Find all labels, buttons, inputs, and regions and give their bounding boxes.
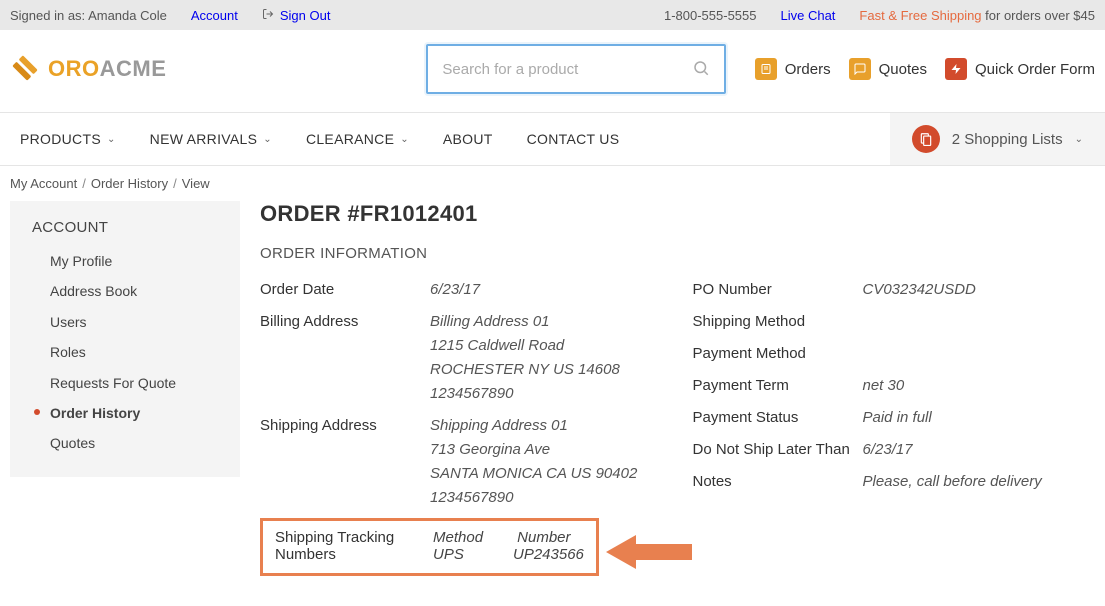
dnsl-value: 6/23/17 bbox=[863, 438, 913, 462]
sidebar-item-requests-for-quote[interactable]: Requests For Quote bbox=[10, 368, 240, 398]
live-chat-link[interactable]: Live Chat bbox=[781, 8, 836, 23]
order-date-label: Order Date bbox=[260, 278, 430, 302]
chevron-down-icon: ⌄ bbox=[107, 134, 116, 145]
annotation-arrow-icon bbox=[606, 531, 692, 576]
shipping-promo: Fast & Free Shipping for orders over $45 bbox=[859, 8, 1095, 23]
chevron-down-icon: ⌄ bbox=[400, 134, 409, 145]
tracking-row-number: UP243566 bbox=[513, 546, 584, 563]
account-sidebar: ACCOUNT My ProfileAddress BookUsersRoles… bbox=[10, 201, 240, 477]
nav-item-clearance[interactable]: CLEARANCE⌄ bbox=[306, 113, 409, 165]
breadcrumb-part[interactable]: Order History bbox=[91, 176, 168, 191]
section-title: ORDER INFORMATION bbox=[260, 245, 1095, 262]
sidebar-item-address-book[interactable]: Address Book bbox=[10, 276, 240, 306]
shipping-address-value: Shipping Address 01 713 Georgina Ave SAN… bbox=[430, 414, 637, 510]
payment-term-label: Payment Term bbox=[693, 374, 863, 398]
nav-item-about[interactable]: ABOUT bbox=[443, 113, 493, 165]
sign-out-link[interactable]: Sign Out bbox=[262, 8, 331, 23]
breadcrumb-part[interactable]: My Account bbox=[10, 176, 77, 191]
signed-in-as: Signed in as: Amanda Cole bbox=[10, 8, 167, 23]
sidebar-item-users[interactable]: Users bbox=[10, 307, 240, 337]
po-number-value: CV032342USDD bbox=[863, 278, 976, 302]
sidebar-title: ACCOUNT bbox=[10, 215, 240, 246]
tracking-head-number: Number bbox=[517, 529, 570, 546]
main-nav: PRODUCTS⌄ NEW ARRIVALS⌄ CLEARANCE⌄ ABOUT CON… bbox=[0, 113, 1105, 166]
tracking-label: Shipping Tracking Numbers bbox=[275, 529, 433, 563]
sign-out-icon bbox=[262, 8, 274, 23]
sidebar-item-order-history[interactable]: Order History bbox=[10, 398, 240, 428]
breadcrumb-part: View bbox=[182, 176, 210, 191]
account-link[interactable]: Account bbox=[191, 8, 238, 23]
shopping-lists-icon bbox=[912, 125, 940, 153]
tracking-row-method: UPS bbox=[433, 546, 513, 563]
nav-item-products[interactable]: PRODUCTS⌄ bbox=[20, 113, 116, 165]
billing-address-value: Billing Address 01 1215 Caldwell Road RO… bbox=[430, 310, 620, 406]
order-date-value: 6/23/17 bbox=[430, 278, 480, 302]
shipping-method-label: Shipping Method bbox=[693, 310, 863, 334]
top-utility-bar: Signed in as: Amanda Cole Account Sign O… bbox=[0, 0, 1105, 30]
logo-icon bbox=[10, 53, 40, 86]
sidebar-item-roles[interactable]: Roles bbox=[10, 337, 240, 367]
sidebar-item-my-profile[interactable]: My Profile bbox=[10, 246, 240, 276]
payment-term-value: net 30 bbox=[863, 374, 905, 398]
dnsl-label: Do Not Ship Later Than bbox=[693, 438, 863, 462]
tracking-highlight-box: Shipping Tracking Numbers Method Number … bbox=[260, 518, 599, 576]
sidebar-item-quotes[interactable]: Quotes bbox=[10, 428, 240, 458]
main-header: OROACME Orders Quotes Quick Ord bbox=[0, 30, 1105, 113]
quotes-link[interactable]: Quotes bbox=[849, 58, 927, 80]
tracking-table: Method Number UPSUP243566 bbox=[433, 529, 584, 563]
orders-icon bbox=[755, 58, 777, 80]
quotes-icon bbox=[849, 58, 871, 80]
chevron-down-icon: ⌄ bbox=[263, 134, 272, 145]
nav-item-new-arrivals[interactable]: NEW ARRIVALS⌄ bbox=[150, 113, 272, 165]
billing-address-label: Billing Address bbox=[260, 310, 430, 406]
shipping-address-label: Shipping Address bbox=[260, 414, 430, 510]
quick-order-link[interactable]: Quick Order Form bbox=[945, 58, 1095, 80]
phone-number: 1-800-555-5555 bbox=[664, 8, 757, 23]
quick-order-icon bbox=[945, 58, 967, 80]
payment-method-label: Payment Method bbox=[693, 342, 863, 366]
notes-value: Please, call before delivery bbox=[863, 470, 1042, 494]
chevron-down-icon: ⌄ bbox=[1075, 134, 1083, 145]
orders-link[interactable]: Orders bbox=[755, 58, 831, 80]
breadcrumb: My Account/Order History/View bbox=[0, 166, 1105, 201]
po-number-label: PO Number bbox=[693, 278, 863, 302]
shopping-lists-button[interactable]: 2 Shopping Lists ⌄ bbox=[890, 113, 1105, 165]
notes-label: Notes bbox=[693, 470, 863, 494]
payment-status-label: Payment Status bbox=[693, 406, 863, 430]
site-logo[interactable]: OROACME bbox=[10, 53, 166, 86]
search-box bbox=[426, 44, 726, 94]
payment-status-value: Paid in full bbox=[863, 406, 932, 430]
search-input[interactable] bbox=[442, 61, 692, 78]
nav-item-contact-us[interactable]: CONTACT US bbox=[527, 113, 620, 165]
tracking-head-method: Method bbox=[433, 529, 513, 546]
search-icon[interactable] bbox=[692, 59, 710, 80]
page-title: ORDER #FR1012401 bbox=[260, 201, 1095, 227]
